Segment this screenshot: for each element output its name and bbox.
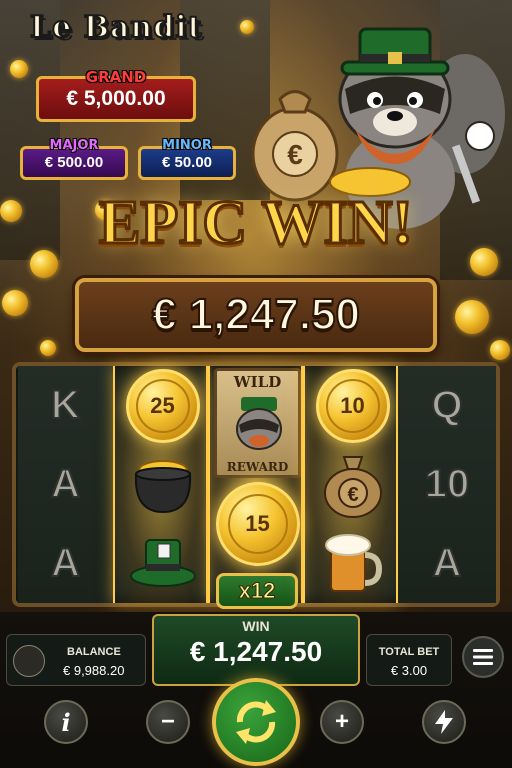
letter-symbol: K [50,382,81,428]
svg-text:€: € [287,139,303,170]
game-logo: Le Bandit [29,9,203,46]
reel-symbol: 25 [115,366,210,445]
svg-text:€: € [347,484,358,506]
balance-label: BALANCE [67,646,121,658]
pot-of-gold-icon [134,459,191,513]
coin-value: 25 [135,378,190,433]
letter-symbol: A [432,540,463,586]
reel-symbol: 10 [398,445,496,524]
floating-coin [490,340,510,360]
reel-symbol: A [18,524,113,603]
floating-coin [10,60,28,78]
wild-label: WILD [233,373,282,391]
decrease-bet-button[interactable]: − [146,700,190,744]
coin-value: 15 [227,493,288,554]
reel-symbol: A [398,524,496,603]
money-bag-icon: € [251,90,339,202]
reel-symbol [115,445,210,524]
money-bag-icon: € [323,455,382,518]
coin-symbol: 10 [315,368,390,443]
reel-grid: K A A 25 WILD REWARD 15 x12 10 € Q 10 A [12,362,500,609]
menu-button[interactable] [462,636,504,678]
coin-value: 10 [325,378,380,433]
green-hat-icon [129,538,196,587]
jackpot-grand-label: GRAND [85,68,147,86]
total-bet-panel: TOTAL BET € 3.00 [366,634,452,686]
raccoon-portrait-icon [236,397,282,450]
jackpot-minor: MINOR € 50.00 [138,138,236,180]
letter-symbol: 10 [424,461,470,507]
reel-3: WILD REWARD 15 x12 [208,366,305,609]
letter-symbol: A [50,540,81,586]
reel-2: 25 [113,366,208,603]
reel-4: 10 € [303,366,398,603]
total-bet-label: TOTAL BET [378,646,440,658]
info-button[interactable]: i [44,700,88,744]
jackpot-major-label: MAJOR [49,138,99,153]
reel-symbol: 10 [305,366,400,445]
epic-win-title: EPIC WIN! [97,188,414,259]
coin-symbol: 15 [215,481,300,566]
jackpot-major: MAJOR € 500.00 [20,138,128,180]
spin-arrows-icon [236,700,276,744]
reel-symbol: Q [398,366,496,445]
hamburger-menu-icon [473,649,493,665]
win-value: € 1,247.50 [189,636,323,667]
jackpot-grand-value: € 5,000.00 [66,87,166,110]
floating-coin [40,340,56,356]
multiplier-badge: x12 [216,573,298,609]
jackpot-grand: GRAND € 5,000.00 [36,68,196,122]
reel-symbol: A [18,445,113,524]
minus-icon: − [160,708,175,735]
balance-value: € 9,988.20 [63,663,125,678]
letter-symbol: A [50,461,81,507]
increase-bet-button[interactable]: + [320,700,364,744]
coin-stack-icon [13,645,45,677]
reel-symbol: 15 [210,481,305,566]
reward-label: REWARD [226,460,289,474]
win-panel: WIN € 1,247.50 [152,614,360,686]
win-amount-value: € 1,247.50 [151,289,361,340]
win-label: WIN [242,618,270,634]
info-icon: i [61,707,71,737]
wild-reward-symbol: WILD REWARD [214,368,301,478]
win-amount-plaque: € 1,247.50 [75,278,437,352]
reel-symbol: K [18,366,113,445]
floating-coin [2,290,28,316]
jackpot-major-value: € 500.00 [44,154,104,171]
reel-symbol [305,524,400,603]
total-bet-value: € 3.00 [390,663,428,678]
plus-icon: + [334,708,349,735]
turbo-button[interactable] [422,700,466,744]
lightning-icon [435,710,453,734]
coin-symbol: 25 [125,368,200,443]
floating-coin [455,300,489,334]
letter-symbol: Q [430,382,463,428]
jackpot-minor-value: € 50.00 [161,154,213,171]
beer-mug-icon [324,533,382,592]
reel-symbol [115,524,210,603]
balance-panel: BALANCE € 9,988.20 [6,634,146,686]
spin-button[interactable] [212,678,300,766]
jackpot-minor-label: MINOR [162,138,212,153]
reel-symbol: € [305,445,400,524]
reel-5: Q 10 A [398,366,496,603]
control-bar: BALANCE € 9,988.20 WIN € 1,247.50 TOTAL … [0,612,512,768]
reel-1: K A A [18,366,113,603]
